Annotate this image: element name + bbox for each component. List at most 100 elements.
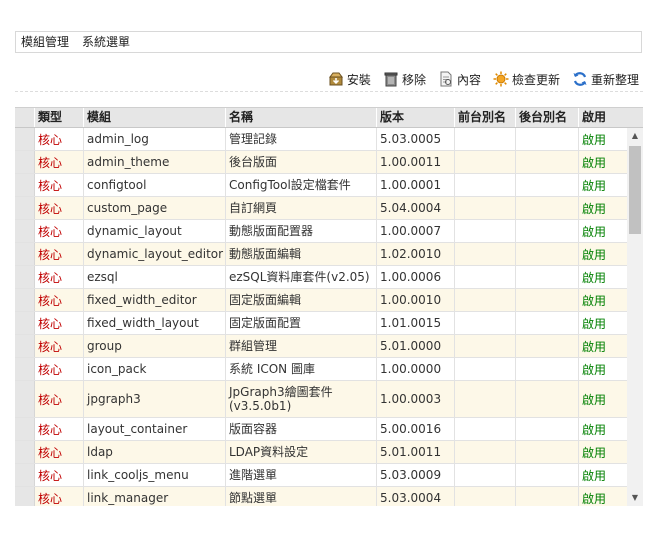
cell-enabled-toggle[interactable]: 啟用	[579, 381, 627, 417]
cell-enabled-toggle[interactable]: 啟用	[579, 487, 627, 506]
table-row[interactable]: 核心 jpgraph3 JpGraph3繪圖套件(v3.5.0b1) 1.00.000…	[15, 381, 627, 418]
row-handle[interactable]	[15, 335, 35, 357]
cell-back-alias[interactable]	[516, 312, 579, 334]
table-row[interactable]: 核心 configtool ConfigTool設定檔套件 1.00.0001 啟用	[15, 174, 627, 197]
remove-button[interactable]: 移除	[383, 71, 426, 88]
header-module[interactable]: 模組	[84, 108, 226, 127]
cell-enabled-toggle[interactable]: 啟用	[579, 243, 627, 265]
table-row[interactable]: 核心 layout_container 版面容器 5.00.0016 啟用	[15, 418, 627, 441]
sun-update-icon	[493, 71, 509, 87]
breadcrumb-system-menu[interactable]: 系統選單	[82, 35, 130, 49]
cell-back-alias[interactable]	[516, 335, 579, 357]
cell-front-alias[interactable]	[455, 289, 516, 311]
row-handle[interactable]	[15, 487, 35, 506]
row-handle[interactable]	[15, 128, 35, 150]
content-button[interactable]: 內容	[438, 71, 481, 88]
cell-enabled-toggle[interactable]: 啟用	[579, 128, 627, 150]
table-row[interactable]: 核心 fixed_width_layout 固定版面配置 1.01.0015 啟用	[15, 312, 627, 335]
install-button[interactable]: 安裝	[328, 71, 371, 88]
cell-front-alias[interactable]	[455, 464, 516, 486]
row-handle[interactable]	[15, 220, 35, 242]
breadcrumb-module-management[interactable]: 模組管理	[21, 35, 69, 49]
cell-back-alias[interactable]	[516, 381, 579, 417]
cell-enabled-toggle[interactable]: 啟用	[579, 220, 627, 242]
cell-front-alias[interactable]	[455, 128, 516, 150]
cell-front-alias[interactable]	[455, 441, 516, 463]
cell-enabled-toggle[interactable]: 啟用	[579, 266, 627, 288]
table-row[interactable]: 核心 link_manager 節點選單 5.03.0004 啟用	[15, 487, 627, 506]
row-handle[interactable]	[15, 151, 35, 173]
cell-front-alias[interactable]	[455, 312, 516, 334]
cell-back-alias[interactable]	[516, 289, 579, 311]
table-row[interactable]: 核心 dynamic_layout 動態版面配置器 1.00.0007 啟用	[15, 220, 627, 243]
cell-back-alias[interactable]	[516, 174, 579, 196]
table-row[interactable]: 核心 custom_page 自訂網頁 5.04.0004 啟用	[15, 197, 627, 220]
header-front-alias[interactable]: 前台別名	[455, 108, 516, 127]
row-handle[interactable]	[15, 174, 35, 196]
cell-front-alias[interactable]	[455, 266, 516, 288]
cell-back-alias[interactable]	[516, 266, 579, 288]
cell-front-alias[interactable]	[455, 418, 516, 440]
row-handle[interactable]	[15, 441, 35, 463]
row-handle[interactable]	[15, 289, 35, 311]
cell-enabled-toggle[interactable]: 啟用	[579, 151, 627, 173]
table-row[interactable]: 核心 group 群組管理 5.01.0000 啟用	[15, 335, 627, 358]
row-handle[interactable]	[15, 358, 35, 380]
header-version[interactable]: 版本	[377, 108, 455, 127]
header-back-alias[interactable]: 後台別名	[516, 108, 579, 127]
reorganize-button[interactable]: 重新整理	[572, 71, 639, 88]
cell-back-alias[interactable]	[516, 128, 579, 150]
table-row[interactable]: 核心 ldap LDAP資料設定 5.01.0011 啟用	[15, 441, 627, 464]
row-handle[interactable]	[15, 381, 35, 417]
cell-back-alias[interactable]	[516, 358, 579, 380]
header-enabled[interactable]: 啟用	[579, 108, 643, 127]
cell-type: 核心	[35, 220, 84, 242]
cell-enabled-toggle[interactable]: 啟用	[579, 418, 627, 440]
header-name[interactable]: 名稱	[226, 108, 377, 127]
cell-front-alias[interactable]	[455, 174, 516, 196]
header-type[interactable]: 類型	[35, 108, 84, 127]
cell-back-alias[interactable]	[516, 418, 579, 440]
row-handle[interactable]	[15, 197, 35, 219]
row-handle[interactable]	[15, 243, 35, 265]
cell-back-alias[interactable]	[516, 151, 579, 173]
cell-back-alias[interactable]	[516, 441, 579, 463]
cell-front-alias[interactable]	[455, 197, 516, 219]
table-row[interactable]: 核心 link_cooljs_menu 進階選單 5.03.0009 啟用	[15, 464, 627, 487]
scroll-up-arrow-icon[interactable]: ▲	[627, 128, 643, 144]
cell-front-alias[interactable]	[455, 243, 516, 265]
cell-enabled-toggle[interactable]: 啟用	[579, 289, 627, 311]
row-handle[interactable]	[15, 312, 35, 334]
cell-back-alias[interactable]	[516, 487, 579, 506]
table-row[interactable]: 核心 dynamic_layout_editor 動態版面編輯 1.02.0010 啟用	[15, 243, 627, 266]
cell-enabled-toggle[interactable]: 啟用	[579, 197, 627, 219]
cell-enabled-toggle[interactable]: 啟用	[579, 335, 627, 357]
row-handle[interactable]	[15, 418, 35, 440]
cell-front-alias[interactable]	[455, 487, 516, 506]
check-update-button[interactable]: 檢查更新	[493, 71, 560, 88]
cell-enabled-toggle[interactable]: 啟用	[579, 441, 627, 463]
table-row[interactable]: 核心 fixed_width_editor 固定版面編輯 1.00.0010 啟用	[15, 289, 627, 312]
cell-enabled-toggle[interactable]: 啟用	[579, 464, 627, 486]
cell-front-alias[interactable]	[455, 381, 516, 417]
scroll-down-arrow-icon[interactable]: ▼	[627, 490, 643, 506]
cell-front-alias[interactable]	[455, 151, 516, 173]
row-handle[interactable]	[15, 266, 35, 288]
cell-back-alias[interactable]	[516, 243, 579, 265]
table-row[interactable]: 核心 admin_theme 後台版面 1.00.0011 啟用	[15, 151, 627, 174]
cell-back-alias[interactable]	[516, 197, 579, 219]
cell-back-alias[interactable]	[516, 464, 579, 486]
table-row[interactable]: 核心 ezsql ezSQL資料庫套件(v2.05) 1.00.0006 啟用	[15, 266, 627, 289]
cell-front-alias[interactable]	[455, 335, 516, 357]
table-row[interactable]: 核心 admin_log 管理記錄 5.03.0005 啟用	[15, 128, 627, 151]
row-handle[interactable]	[15, 464, 35, 486]
vertical-scrollbar[interactable]: ▲ ▼	[627, 128, 643, 506]
cell-front-alias[interactable]	[455, 358, 516, 380]
cell-enabled-toggle[interactable]: 啟用	[579, 358, 627, 380]
cell-enabled-toggle[interactable]: 啟用	[579, 312, 627, 334]
cell-enabled-toggle[interactable]: 啟用	[579, 174, 627, 196]
scroll-thumb[interactable]	[629, 146, 641, 234]
table-row[interactable]: 核心 icon_pack 系統 ICON 圖庫 1.00.0000 啟用	[15, 358, 627, 381]
cell-back-alias[interactable]	[516, 220, 579, 242]
cell-front-alias[interactable]	[455, 220, 516, 242]
